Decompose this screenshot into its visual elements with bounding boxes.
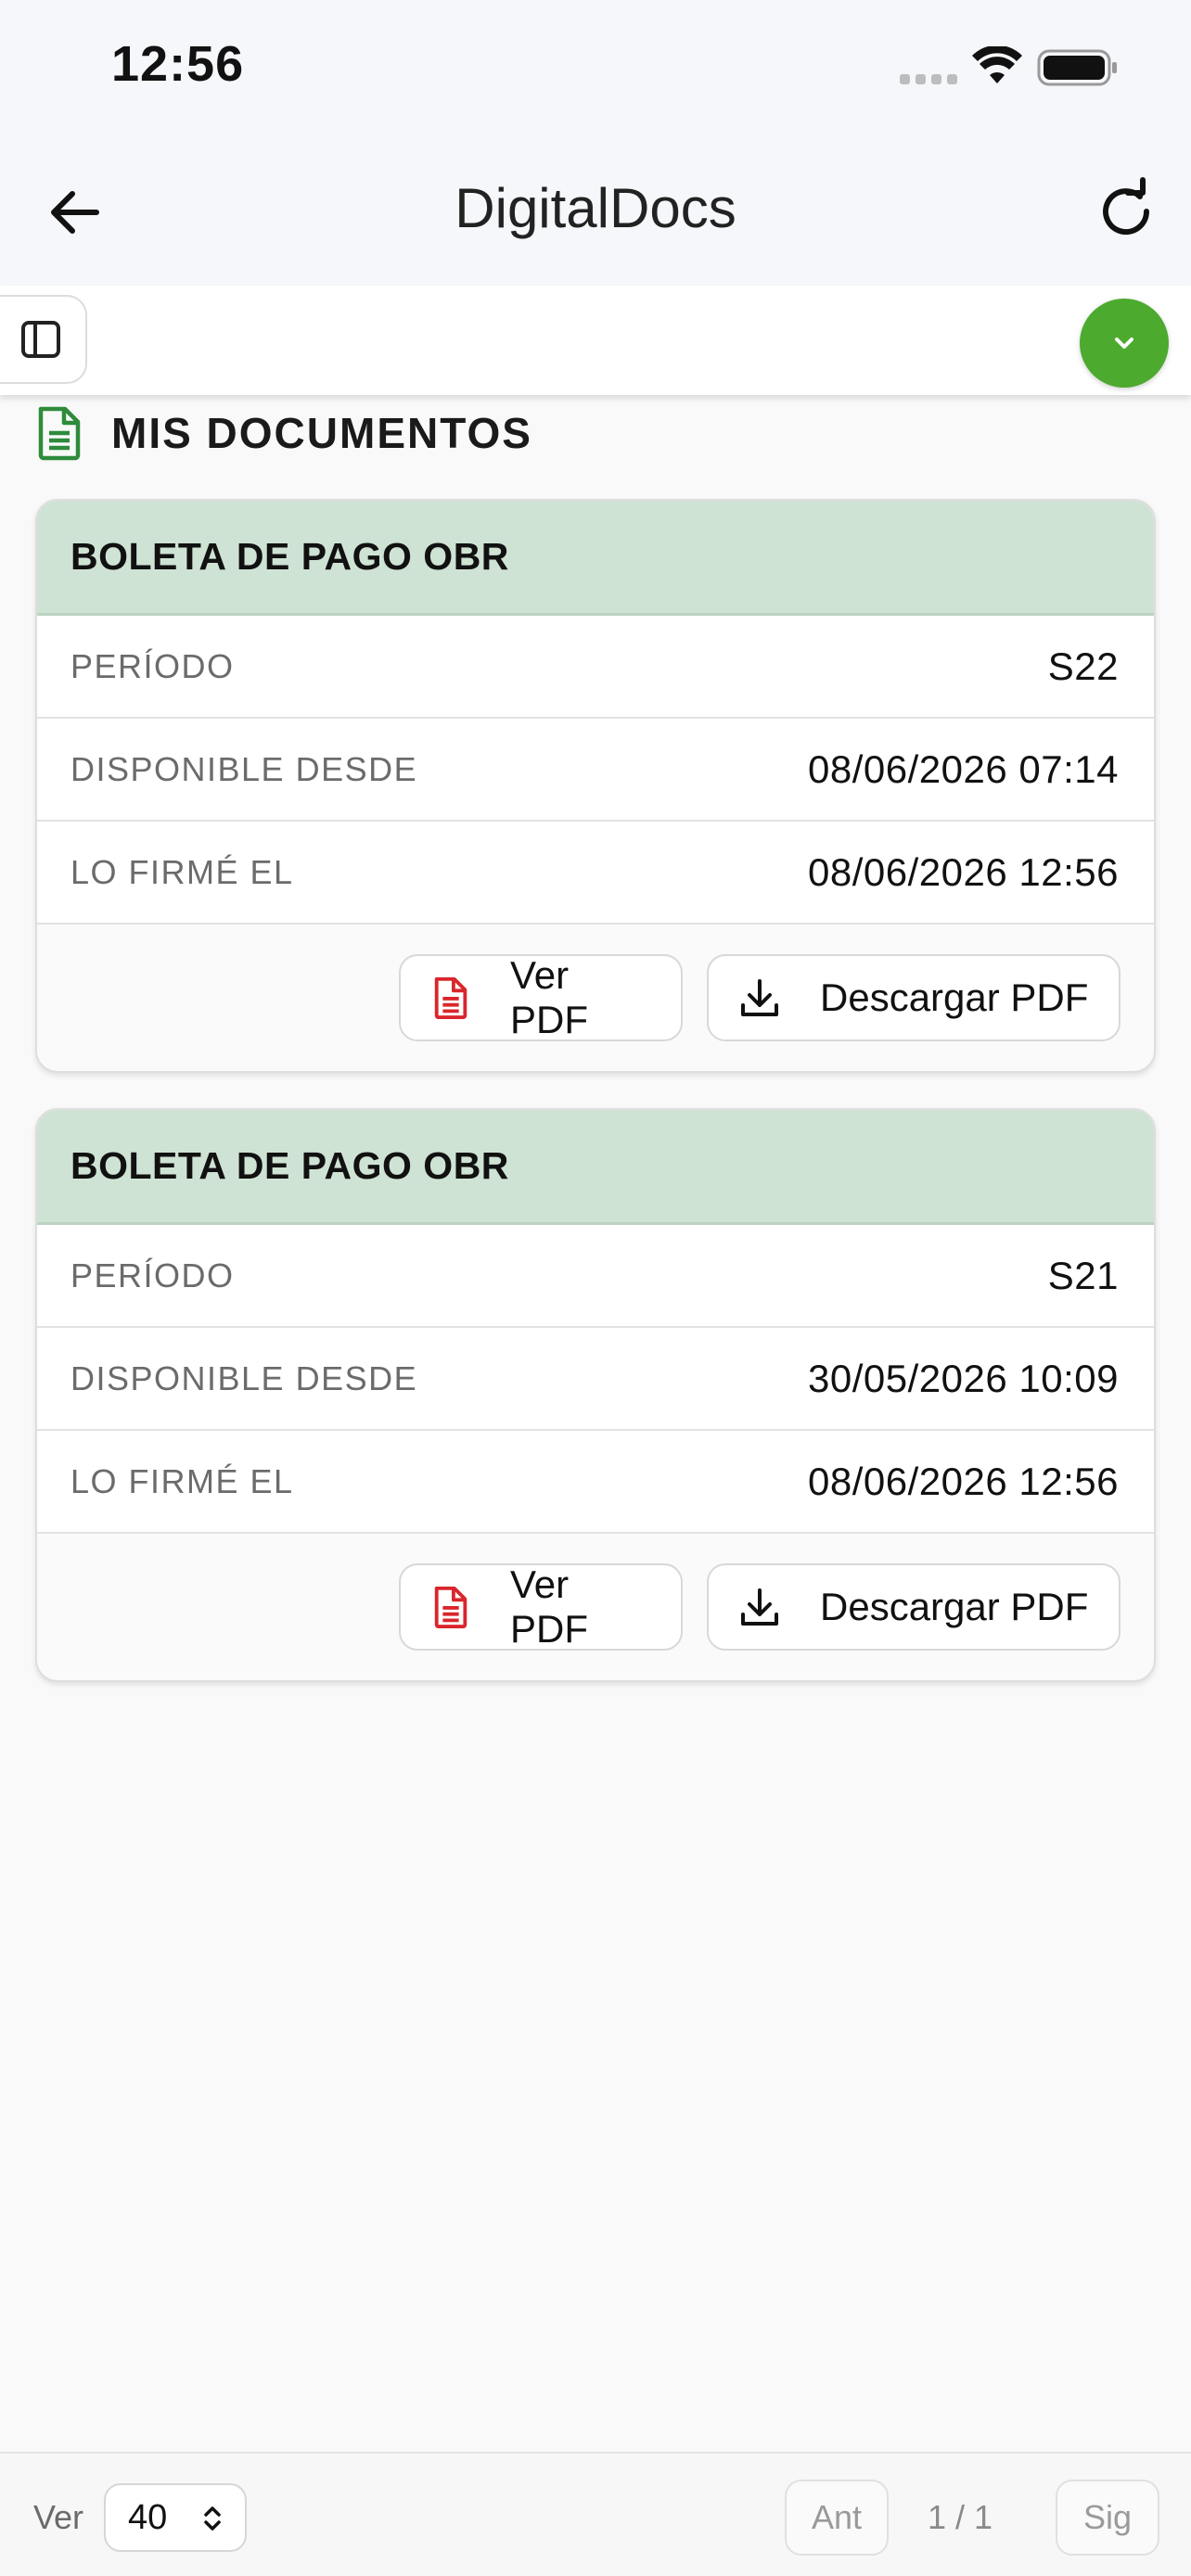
download-icon bbox=[741, 979, 778, 1016]
period-row: PERÍODO S22 bbox=[37, 616, 1154, 719]
download-icon bbox=[741, 1588, 778, 1626]
available-since-row: DISPONIBLE DESDE 30/05/2026 10:09 bbox=[37, 1328, 1154, 1431]
status-time: 12:56 bbox=[111, 36, 245, 92]
row-value: 08/06/2026 12:56 bbox=[808, 1459, 1119, 1503]
page-size-select[interactable]: 40 bbox=[104, 2483, 247, 2552]
nav-header: DigitalDocs bbox=[0, 139, 1191, 286]
toolbar bbox=[0, 286, 1191, 395]
row-label: PERÍODO bbox=[70, 646, 235, 685]
page-size-label: Ver bbox=[33, 2498, 84, 2536]
row-value: 08/06/2026 12:56 bbox=[808, 849, 1119, 894]
row-label: LO FIRMÉ EL bbox=[70, 852, 294, 891]
chevron-up-down-icon bbox=[204, 2506, 221, 2531]
status-bar: 12:56 bbox=[0, 0, 1191, 139]
section-heading: MIS DOCUMENTOS bbox=[35, 401, 532, 465]
pdf-file-icon bbox=[434, 1586, 467, 1628]
collapse-button[interactable] bbox=[1080, 299, 1169, 388]
view-pdf-button[interactable]: Ver PDF bbox=[399, 953, 683, 1041]
card-header: BOLETA DE PAGO OBR bbox=[37, 501, 1154, 616]
available-since-row: DISPONIBLE DESDE 08/06/2026 07:14 bbox=[37, 719, 1154, 822]
row-label: DISPONIBLE DESDE bbox=[70, 1358, 418, 1397]
card-title: BOLETA DE PAGO OBR bbox=[70, 535, 509, 578]
view-pdf-button[interactable]: Ver PDF bbox=[399, 1562, 683, 1651]
period-row: PERÍODO S21 bbox=[37, 1225, 1154, 1328]
download-pdf-button[interactable]: Descargar PDF bbox=[707, 1563, 1121, 1651]
refresh-icon[interactable] bbox=[1091, 176, 1161, 247]
card-header: BOLETA DE PAGO OBR bbox=[37, 1110, 1154, 1225]
next-page-button[interactable]: Sig bbox=[1056, 2480, 1159, 2556]
row-value: 08/06/2026 07:14 bbox=[808, 746, 1119, 791]
row-label: PERÍODO bbox=[70, 1256, 235, 1294]
page-indicator: 1 / 1 bbox=[928, 2498, 993, 2536]
signed-on-row: LO FIRMÉ EL 08/06/2026 12:56 bbox=[37, 1431, 1154, 1534]
pagination-footer: Ver 40 Ant 1 / 1 Sig bbox=[0, 2452, 1191, 2576]
card-actions: Ver PDF Descargar PDF bbox=[37, 1534, 1154, 1680]
section-title: MIS DOCUMENTOS bbox=[111, 409, 532, 457]
battery-icon bbox=[1037, 49, 1117, 86]
pdf-file-icon bbox=[434, 976, 467, 1019]
document-icon bbox=[38, 406, 81, 461]
download-pdf-label: Descargar PDF bbox=[820, 976, 1089, 1019]
card-title: BOLETA DE PAGO OBR bbox=[70, 1144, 509, 1187]
sidebar-toggle-icon bbox=[21, 321, 60, 358]
row-label: LO FIRMÉ EL bbox=[70, 1461, 294, 1500]
page-size-value: 40 bbox=[128, 2497, 168, 2537]
chevron-down-icon bbox=[1115, 338, 1133, 349]
download-pdf-label: Descargar PDF bbox=[820, 1585, 1089, 1628]
row-value: S21 bbox=[1047, 1253, 1119, 1297]
page-title: DigitalDocs bbox=[455, 177, 736, 239]
view-pdf-label: Ver PDF bbox=[510, 1562, 589, 1651]
row-value: S22 bbox=[1047, 644, 1119, 688]
previous-page-button[interactable]: Ant bbox=[785, 2480, 889, 2556]
view-pdf-label: Ver PDF bbox=[510, 953, 589, 1041]
row-value: 30/05/2026 10:09 bbox=[808, 1356, 1119, 1400]
card-actions: Ver PDF Descargar PDF bbox=[37, 925, 1154, 1071]
download-pdf-button[interactable]: Descargar PDF bbox=[707, 954, 1121, 1041]
row-label: DISPONIBLE DESDE bbox=[70, 749, 418, 788]
signed-on-row: LO FIRMÉ EL 08/06/2026 12:56 bbox=[37, 822, 1154, 925]
document-card: BOLETA DE PAGO OBR PERÍODO S22 DISPONIBL… bbox=[35, 499, 1156, 1073]
sidebar-toggle-button[interactable] bbox=[0, 295, 87, 384]
document-card: BOLETA DE PAGO OBR PERÍODO S21 DISPONIBL… bbox=[35, 1108, 1156, 1682]
wifi-icon bbox=[972, 46, 1022, 83]
cellular-signal-icon bbox=[900, 74, 957, 85]
